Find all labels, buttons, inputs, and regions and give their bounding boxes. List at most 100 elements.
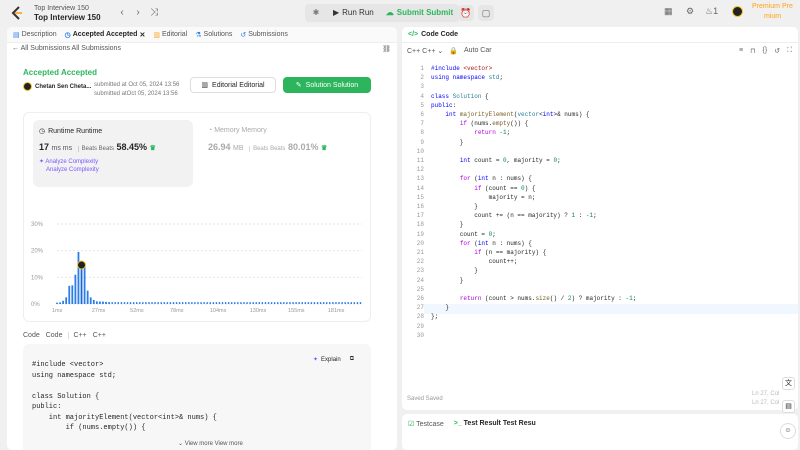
bar	[166, 302, 169, 304]
bar	[341, 302, 343, 304]
debug-button[interactable]: ✱	[305, 4, 327, 22]
memory-value: 26.94 MB Beats Beats 80.01% ♛	[208, 142, 328, 152]
runtime-distribution-chart[interactable]: 30% 20% 10% 0% 1ms 27ms 52ms 78ms 104ms 130ms 155m…	[29, 192, 369, 317]
submit-button[interactable]: ☁ Submit Submit	[380, 4, 459, 22]
x-tick-label: 78ms	[170, 308, 184, 314]
fire-icon[interactable]: ♨1	[705, 6, 718, 17]
bar	[326, 302, 328, 304]
bar	[298, 302, 300, 304]
translate-icon[interactable]: 文	[782, 377, 795, 390]
bar	[111, 302, 113, 304]
bar	[231, 302, 233, 304]
avatar[interactable]	[732, 6, 743, 19]
code-icon: </>	[408, 31, 419, 38]
bar	[289, 302, 291, 304]
close-icon[interactable]: ✕	[139, 31, 145, 39]
run-button[interactable]: ▶ Run Run	[327, 4, 380, 22]
bar	[83, 266, 86, 304]
autosave-label: Auto Car	[463, 47, 492, 54]
problem-list-title[interactable]: Top Interview 150 Top Interview 150	[34, 4, 101, 22]
clock-icon: ◷	[64, 31, 71, 39]
note-icon: ▢	[481, 8, 491, 18]
x-tick-label: 181ms	[328, 308, 345, 314]
explain-button[interactable]: ✦ Explain ⧉	[313, 356, 354, 363]
code-label: Code	[23, 332, 40, 339]
bar	[77, 252, 80, 304]
bookmark-icon[interactable]: ⊓	[750, 47, 755, 55]
fullscreen-icon[interactable]: ⛶	[787, 47, 792, 55]
run-submit-group: ✱ ▶ Run Run ☁ Submit Submit	[305, 4, 460, 22]
tab-test-result[interactable]: >_ Test Result Test Resu	[454, 420, 536, 428]
memory-icon: ◔	[208, 127, 213, 134]
gear-icon[interactable]: ⚙	[686, 6, 694, 17]
bar	[332, 302, 334, 304]
document-icon: ▤	[13, 31, 20, 39]
tab-solutions[interactable]: ⚗ Solutions	[195, 31, 232, 39]
notes-button[interactable]: ▢	[478, 5, 494, 21]
top-bar: Top Interview 150 Top Interview 150 ‹ › …	[0, 0, 800, 26]
left-panel: ▤ Description ◷ Accepted Accepted ✕ ▥ Editor…	[7, 27, 397, 450]
tab-accepted[interactable]: ◷ Accepted Accepted ✕	[65, 31, 146, 39]
bar	[353, 302, 356, 304]
copy-icon: ⧉	[349, 356, 355, 362]
back-to-submissions[interactable]: ← All Submissions All Submissions ⛓	[7, 45, 397, 57]
lock-icon: 🔒	[449, 48, 458, 55]
bar	[304, 302, 306, 304]
shuffle-icon[interactable]: ⤨	[148, 7, 160, 19]
terminal-icon: >_	[453, 420, 462, 427]
bar	[142, 302, 144, 304]
tab-submissions[interactable]: ↺ Submissions	[240, 31, 288, 39]
chevron-left-icon[interactable]: ‹	[116, 7, 128, 19]
code-editor[interactable]: #include <vector> using namespace std; c…	[431, 64, 636, 322]
bar	[206, 302, 208, 304]
grid-icon[interactable]: ▦	[664, 6, 673, 17]
bar	[185, 302, 187, 304]
bar	[270, 302, 273, 304]
view-more-button[interactable]: ⌄ View more View more	[178, 440, 243, 447]
timer-button[interactable]: ⏰	[458, 5, 474, 21]
bar	[335, 302, 337, 304]
bar	[197, 302, 199, 304]
reset-icon[interactable]: ↺	[774, 47, 780, 55]
bar	[139, 302, 141, 304]
left-tabs: ▤ Description ◷ Accepted Accepted ✕ ▥ Editor…	[7, 27, 397, 43]
leetcode-logo-icon[interactable]	[10, 6, 24, 20]
bar	[240, 302, 242, 304]
premium-link[interactable]: Premium Pre mium	[752, 2, 800, 22]
bar	[218, 302, 221, 304]
runtime-box[interactable]: ◷ Runtime Runtime 17 ms ms Beats Beats 58…	[33, 120, 193, 187]
bar	[280, 302, 282, 304]
bar	[169, 302, 172, 304]
tab-editorial[interactable]: ▥ Editorial	[153, 31, 187, 39]
assistant-icon[interactable]: ☺	[780, 423, 796, 439]
link-icon[interactable]: ⛓	[382, 45, 391, 53]
language-select[interactable]: C++ C++ ⌄	[407, 47, 443, 55]
chevron-right-icon[interactable]: ›	[132, 7, 144, 19]
braces-icon[interactable]: {}	[763, 47, 768, 55]
bar	[108, 302, 111, 304]
bar	[356, 302, 359, 304]
editorial-button[interactable]: ▥ Editorial Editorial	[190, 77, 276, 93]
bar	[175, 302, 178, 304]
bar	[145, 302, 147, 304]
bar	[157, 302, 159, 304]
bar	[163, 302, 165, 304]
bar	[135, 302, 138, 304]
format-icon[interactable]: ≡	[739, 47, 743, 55]
tab-description[interactable]: ▤ Description	[13, 31, 57, 39]
solution-button[interactable]: ✎ Solution Solution	[283, 77, 371, 93]
code-tabs: Code Code C++ C++	[23, 332, 106, 339]
test-panel: ☑ Testcase >_ Test Result Test Resu	[402, 414, 798, 450]
upload-icon: ☁	[385, 8, 394, 17]
bar	[310, 302, 313, 304]
author[interactable]: Chetan Sen Cheta...	[23, 82, 91, 91]
bar	[132, 302, 135, 304]
memory-box[interactable]: ◔ Memory Memory 26.94 MB Beats Beats 80.…	[200, 120, 360, 187]
tab-testcase[interactable]: ☑ Testcase	[408, 420, 444, 428]
reader-icon[interactable]: ▤	[782, 400, 795, 413]
bar	[117, 302, 120, 304]
analyze-complexity-link[interactable]: ✦ Analyze Complexity Analyze Complexity	[39, 158, 99, 174]
x-tick-label: 27ms	[92, 308, 106, 314]
bar	[319, 302, 322, 304]
bar	[99, 301, 101, 304]
